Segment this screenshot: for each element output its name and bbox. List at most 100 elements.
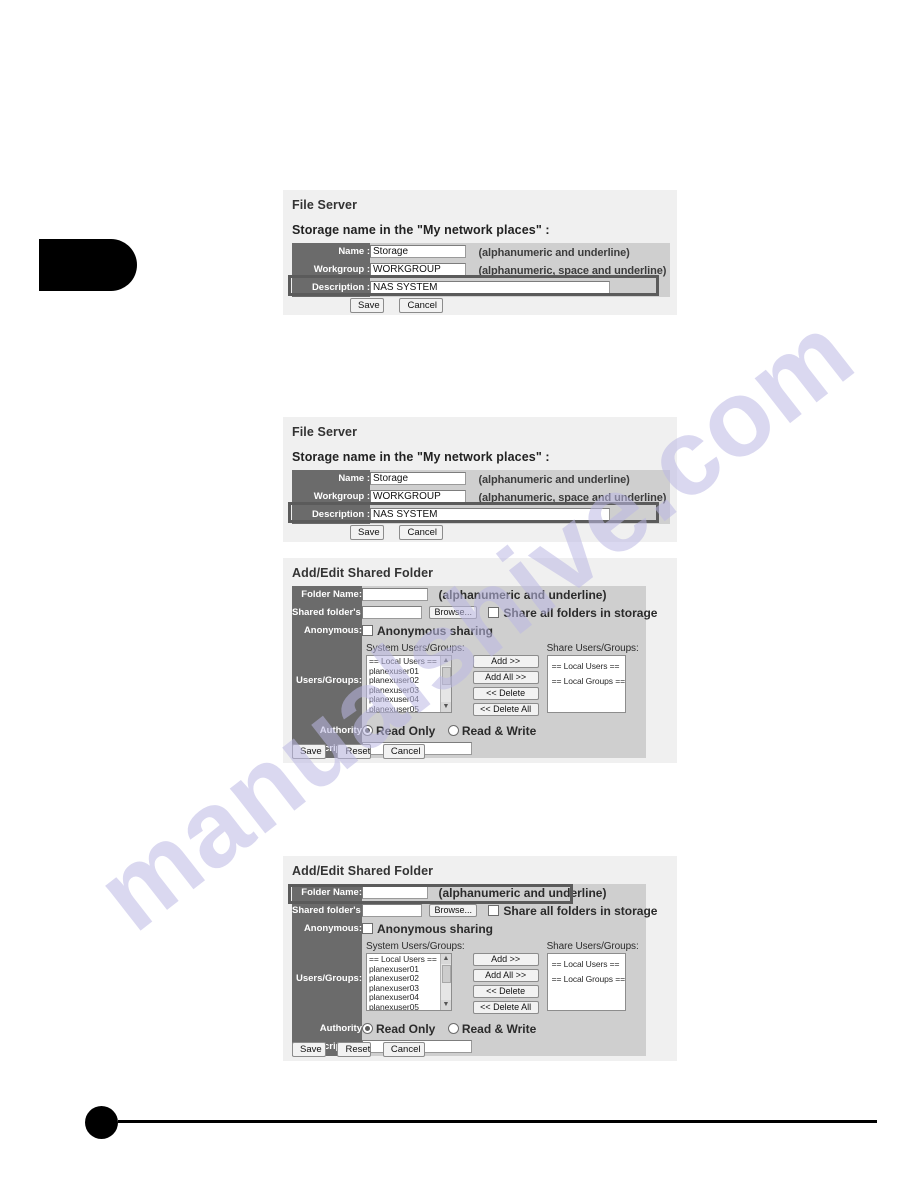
delete-all-button[interactable]: << Delete All	[472, 1001, 539, 1014]
workgroup-hint: (alphanumeric, space and underline)	[478, 492, 667, 504]
name-field-cell: (alphanumeric and underline)	[370, 470, 670, 488]
workgroup-input[interactable]	[370, 490, 466, 504]
transfer-button-column: Add >> Add All >> << Delete << Delete Al…	[472, 941, 539, 1017]
workgroup-input[interactable]	[370, 263, 466, 277]
table-row: Description :	[292, 279, 670, 297]
workgroup-hint: (alphanumeric, space and underline)	[478, 265, 667, 277]
checkbox-icon[interactable]	[488, 904, 500, 916]
anonymous-sharing-checkbox[interactable]: Anonymous sharing	[362, 624, 493, 638]
list-item[interactable]: == Local Groups ==	[552, 972, 625, 987]
scroll-up-arrow-icon[interactable]: ▲	[441, 656, 451, 666]
authority-read-write-radio[interactable]: Read & Write	[447, 724, 536, 738]
checkbox-icon[interactable]	[362, 624, 373, 636]
name-hint: (alphanumeric and underline)	[478, 247, 630, 259]
save-button[interactable]: Save	[350, 298, 384, 314]
radio-icon[interactable]	[362, 724, 373, 736]
share-users-groups-block: Share Users/Groups: == Local Users == ==…	[546, 643, 639, 713]
share-all-checkbox[interactable]: Share all folders in storage	[488, 606, 657, 620]
workgroup-label: Workgroup :	[292, 261, 370, 279]
description-input[interactable]	[370, 508, 610, 522]
chapter-tab-marker	[39, 239, 137, 291]
path-input[interactable]	[362, 606, 422, 620]
anonymous-sharing-checkbox[interactable]: Anonymous sharing	[362, 922, 493, 936]
add-button[interactable]: Add >>	[472, 655, 539, 668]
delete-all-button[interactable]: << Delete All	[472, 703, 539, 716]
authority-cell: Read Only Read & Write	[362, 1020, 646, 1038]
system-users-groups-list[interactable]: == Local Users == planexuser01 planexuse…	[366, 953, 452, 1011]
scroll-up-arrow-icon[interactable]: ▲	[441, 954, 451, 964]
authority-read-write-radio[interactable]: Read & Write	[447, 1021, 537, 1036]
reset-button[interactable]: Reset	[337, 744, 372, 760]
list-item[interactable]: == Local Users ==	[552, 659, 621, 674]
workgroup-field-cell: (alphanumeric, space and underline)	[370, 488, 670, 506]
system-users-groups-list[interactable]: == Local Users == planexuser01 planexuse…	[366, 655, 452, 713]
scrollbar[interactable]: ▲ ▼	[440, 954, 451, 1010]
storage-name-form: Name : (alphanumeric and underline) Work…	[292, 243, 670, 297]
save-button[interactable]: Save	[292, 1042, 326, 1058]
table-row: Users/Groups: System Users/Groups: == Lo…	[292, 938, 646, 1020]
cancel-button[interactable]: Cancel	[399, 525, 444, 541]
scrollbar-thumb[interactable]	[442, 965, 451, 983]
radio-icon[interactable]	[447, 1022, 459, 1034]
authority-cell: Read Only Read & Write	[362, 722, 646, 740]
name-input[interactable]	[370, 472, 466, 486]
folder-name-input[interactable]	[362, 886, 428, 900]
share-users-groups-list[interactable]: == Local Users == == Local Groups ==	[546, 953, 626, 1011]
authority-read-only-radio[interactable]: Read Only	[362, 1022, 435, 1036]
add-button[interactable]: Add >>	[472, 953, 539, 966]
description-field-cell	[370, 279, 670, 297]
description-input[interactable]	[370, 281, 610, 295]
folder-name-hint: (alphanumeric and underline)	[438, 587, 607, 602]
share-users-groups-list[interactable]: == Local Users == == Local Groups ==	[546, 655, 626, 713]
authority-read-only-radio[interactable]: Read Only	[362, 724, 435, 738]
reset-button[interactable]: Reset	[337, 1042, 372, 1058]
name-label: Name :	[292, 243, 370, 261]
add-all-button[interactable]: Add All >>	[472, 969, 539, 982]
scroll-down-arrow-icon[interactable]: ▼	[441, 1000, 451, 1010]
read-only-label: Read Only	[376, 723, 436, 738]
path-label: Shared folder's Path:	[292, 902, 387, 920]
checkbox-icon[interactable]	[362, 922, 373, 934]
name-input[interactable]	[370, 245, 466, 259]
description-label: Description :	[292, 506, 370, 524]
add-all-button[interactable]: Add All >>	[472, 671, 539, 684]
cancel-button[interactable]: Cancel	[382, 1042, 425, 1058]
system-list-items[interactable]: == Local Users == planexuser01 planexuse…	[367, 656, 451, 712]
anonymous-label: Anonymous:	[292, 920, 362, 938]
checkbox-icon[interactable]	[488, 606, 500, 618]
folder-name-label: Folder Name:	[292, 884, 362, 902]
save-button[interactable]: Save	[292, 744, 326, 760]
cancel-button[interactable]: Cancel	[382, 744, 425, 760]
scroll-down-arrow-icon[interactable]: ▼	[441, 702, 451, 712]
share-all-label: Share all folders in storage	[503, 903, 658, 918]
list-item[interactable]: planexuser05	[369, 1002, 451, 1010]
save-button[interactable]: Save	[350, 525, 384, 541]
share-all-checkbox[interactable]: Share all folders in storage	[488, 904, 657, 918]
description-label: Description :	[292, 279, 370, 297]
list-item[interactable]: planexuser05	[369, 704, 451, 712]
system-users-groups-block: System Users/Groups: == Local Users == p…	[366, 941, 465, 1011]
system-list-items[interactable]: == Local Users == planexuser01 planexuse…	[367, 954, 451, 1010]
panel2-button-bar: Save Cancel	[350, 524, 444, 542]
table-row: Name : (alphanumeric and underline)	[292, 470, 670, 488]
browse-button[interactable]: Browse...	[429, 606, 477, 620]
radio-icon[interactable]	[447, 724, 459, 736]
delete-button[interactable]: << Delete	[472, 687, 539, 700]
read-write-label: Read & Write	[461, 1021, 537, 1036]
path-input[interactable]	[362, 904, 422, 918]
anonymous-cell: Anonymous sharing	[362, 622, 646, 640]
delete-button[interactable]: << Delete	[472, 985, 539, 998]
list-item[interactable]: == Local Groups ==	[552, 674, 625, 689]
list-item[interactable]: == Local Users ==	[552, 957, 621, 972]
table-row: Description :	[292, 506, 670, 524]
users-groups-cell: System Users/Groups: == Local Users == p…	[362, 640, 646, 722]
scrollbar-thumb[interactable]	[442, 667, 451, 685]
panel-subtitle: Storage name in the "My network places" …	[292, 223, 550, 237]
table-row: Folder Name: (alphanumeric and underline…	[292, 586, 646, 604]
radio-icon[interactable]	[362, 1022, 373, 1034]
folder-name-input[interactable]	[362, 588, 428, 602]
browse-button[interactable]: Browse...	[429, 904, 477, 918]
authority-label: Authority	[292, 1020, 362, 1038]
scrollbar[interactable]: ▲ ▼	[440, 656, 451, 712]
cancel-button[interactable]: Cancel	[399, 298, 444, 314]
